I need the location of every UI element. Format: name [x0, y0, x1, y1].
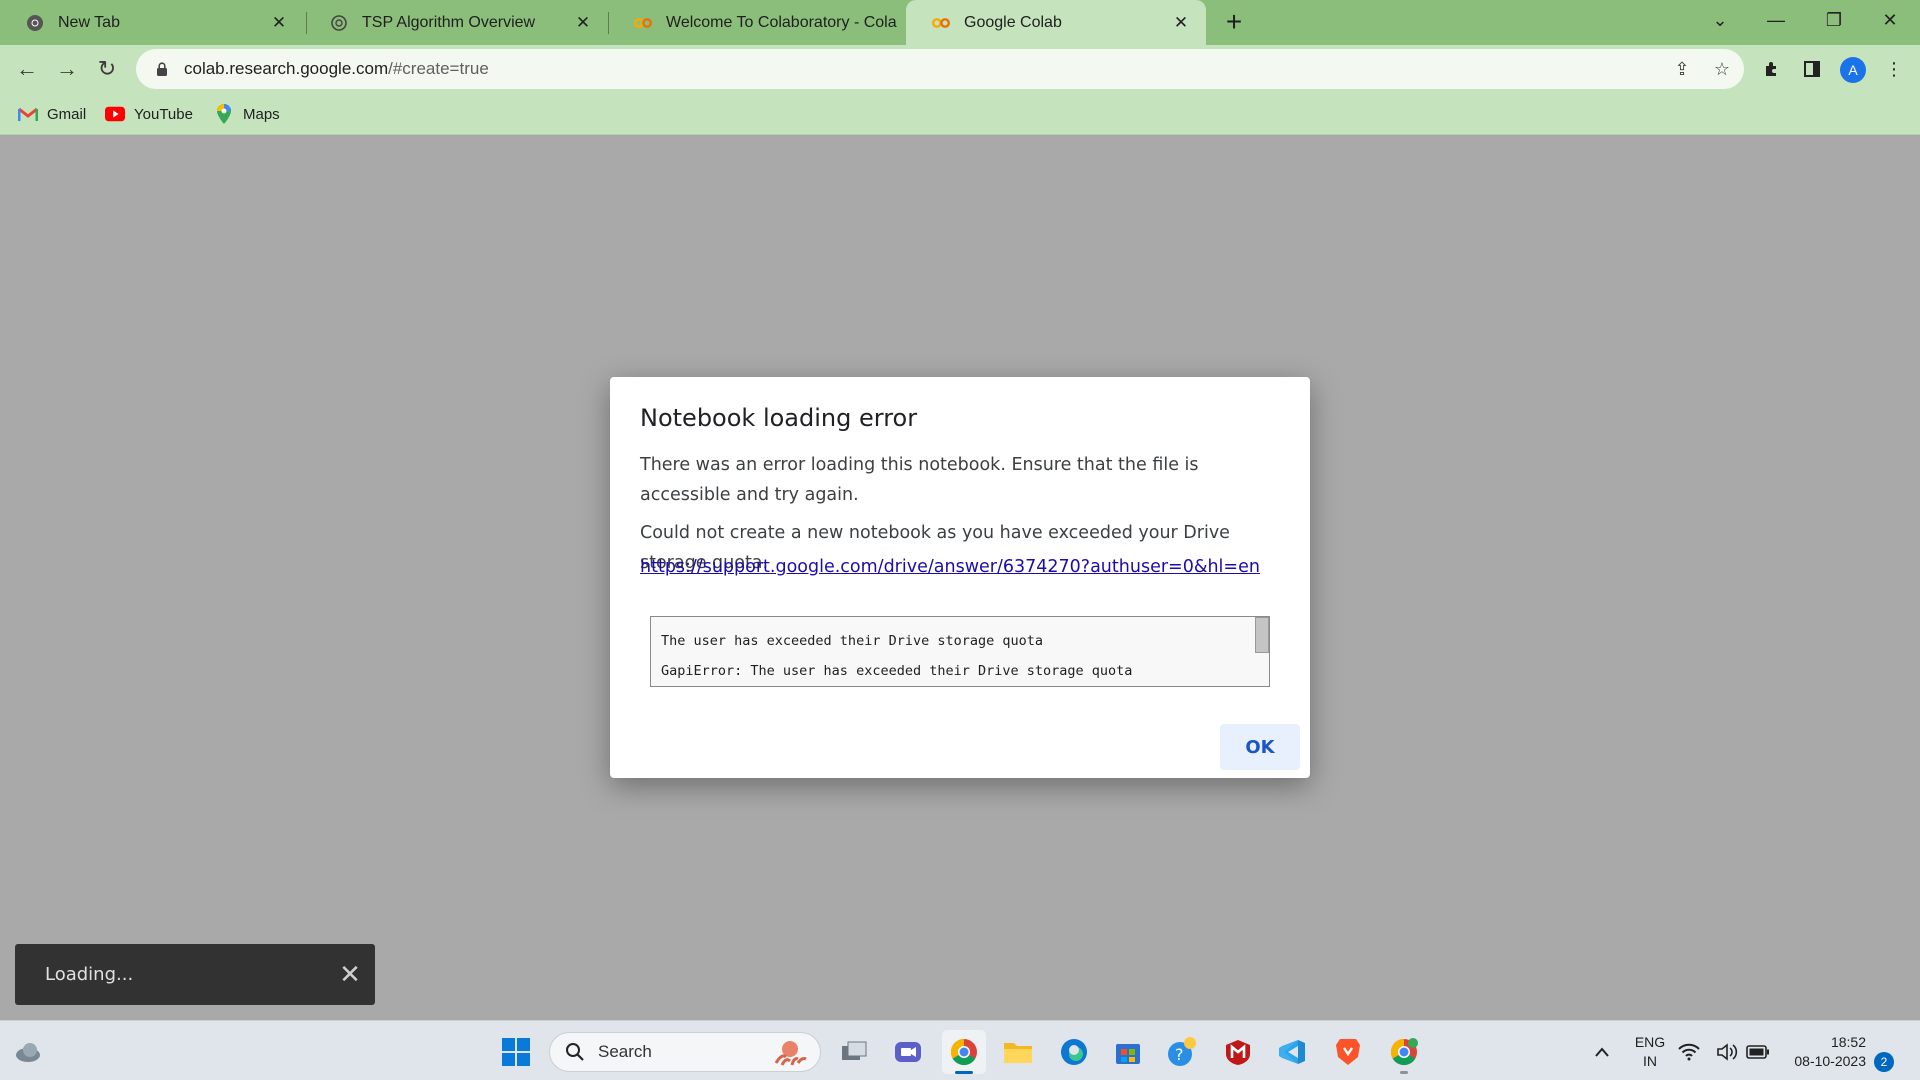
teams-meet-icon[interactable]: [886, 1030, 930, 1074]
browser-toolbar: ← → ↻ colab.research.google.com/#create=…: [0, 45, 1920, 93]
address-bar[interactable]: colab.research.google.com/#create=true ⇪…: [136, 49, 1744, 89]
new-tab-button[interactable]: +: [1220, 6, 1248, 37]
bookmark-label: YouTube: [134, 105, 193, 123]
notebook-error-dialog: Notebook loading error There was an erro…: [610, 377, 1310, 778]
forward-arrow-icon[interactable]: →: [49, 51, 85, 87]
tab-title: New Tab: [58, 13, 120, 31]
tab-welcome-colab[interactable]: Welcome To Colaboratory - Cola: [608, 0, 906, 45]
reload-icon[interactable]: ↻: [89, 51, 125, 87]
url-host: colab.research.google.com: [184, 59, 389, 78]
mcafee-icon[interactable]: [1216, 1030, 1260, 1074]
close-icon[interactable]: ✕: [572, 12, 594, 34]
error-details-box[interactable]: The user has exceeded their Drive storag…: [650, 616, 1270, 687]
bookmark-maps[interactable]: Maps: [214, 101, 280, 127]
share-icon[interactable]: ⇪: [1670, 57, 1694, 81]
snackbar-text: Loading...: [45, 964, 134, 985]
edge-icon[interactable]: [1052, 1030, 1096, 1074]
dialog-title: Notebook loading error: [640, 404, 918, 432]
active-app-indicator: [955, 1071, 973, 1074]
maps-icon: [214, 104, 234, 124]
file-explorer-icon[interactable]: [996, 1030, 1040, 1074]
volume-icon[interactable]: [1714, 1030, 1740, 1074]
task-view-icon[interactable]: [832, 1030, 876, 1074]
chrome-icon: [26, 14, 44, 32]
loading-snackbar: Loading... ✕: [15, 944, 375, 1005]
bookmark-star-icon[interactable]: ☆: [1710, 57, 1734, 81]
colab-icon: [634, 14, 652, 32]
taskbar-search-input[interactable]: Search: [549, 1032, 821, 1072]
wifi-icon[interactable]: [1676, 1030, 1702, 1074]
tab-new-tab[interactable]: New Tab ✕: [0, 0, 304, 45]
tab-strip: New Tab ✕ TSP Algorithm Overview ✕ Welco…: [0, 0, 1920, 45]
gmail-icon: [18, 104, 38, 124]
close-icon[interactable]: ✕: [268, 12, 290, 34]
close-icon[interactable]: ✕: [1170, 12, 1192, 34]
minimize-icon[interactable]: —: [1748, 0, 1804, 40]
show-hidden-icons-chevron-icon[interactable]: [1580, 1030, 1624, 1074]
get-help-icon[interactable]: ?: [1160, 1030, 1204, 1074]
close-icon[interactable]: ✕: [337, 959, 363, 989]
back-arrow-icon[interactable]: ←: [9, 51, 45, 87]
bookmarks-bar: Gmail YouTube Maps: [0, 93, 1920, 135]
notification-count-badge[interactable]: 2: [1874, 1052, 1894, 1072]
tab-google-colab[interactable]: Google Colab ✕: [906, 0, 1206, 45]
tab-title: Google Colab: [964, 13, 1062, 31]
brave-icon[interactable]: [1326, 1030, 1370, 1074]
tab-tsp-algorithm[interactable]: TSP Algorithm Overview ✕: [304, 0, 608, 45]
language-indicator[interactable]: ENG IN: [1628, 1033, 1672, 1071]
youtube-icon: [105, 104, 125, 124]
tab-title: Welcome To Colaboratory - Cola: [666, 13, 897, 31]
lock-icon[interactable]: [154, 61, 170, 77]
url-path: /#create=true: [388, 59, 489, 78]
side-panel-icon[interactable]: [1798, 55, 1826, 83]
chatgpt-icon: [330, 14, 348, 32]
search-highlight-icon: [768, 1037, 808, 1067]
error-line: GapiError: The user has exceeded their D…: [661, 663, 1133, 679]
window-close-icon[interactable]: ✕: [1862, 0, 1918, 40]
error-box-scrollbar[interactable]: [1255, 617, 1269, 653]
dialog-message: There was an error loading this notebook…: [640, 455, 1199, 505]
error-line: The user has exceeded their Drive storag…: [661, 633, 1044, 649]
clock-date: 08-10-2023: [1794, 1053, 1866, 1069]
support-link[interactable]: https://support.google.com/drive/answer/…: [640, 557, 1260, 577]
tab-title: TSP Algorithm Overview: [362, 13, 536, 31]
bookmark-gmail[interactable]: Gmail: [18, 101, 86, 127]
weather-icon[interactable]: [6, 1030, 50, 1074]
start-button-icon[interactable]: [494, 1030, 538, 1074]
chrome-profile-icon[interactable]: [1382, 1030, 1426, 1074]
running-app-indicator: [1400, 1071, 1408, 1074]
search-icon: [564, 1041, 586, 1063]
profile-avatar[interactable]: A: [1840, 57, 1866, 83]
battery-icon[interactable]: [1744, 1030, 1772, 1074]
tab-search-chevron-icon[interactable]: ⌄: [1692, 0, 1748, 40]
svg-text:?: ?: [1175, 1045, 1184, 1064]
chrome-taskbar-icon[interactable]: [942, 1030, 986, 1074]
bookmark-youtube[interactable]: YouTube: [105, 101, 193, 127]
search-placeholder: Search: [598, 1042, 652, 1061]
clock-time: 18:52: [1830, 1034, 1866, 1050]
windows-taskbar: Search ? ENG IN 18:52 08-10-2023 2: [0, 1020, 1920, 1080]
ok-button[interactable]: OK: [1220, 724, 1300, 770]
clock[interactable]: 18:52 08-10-2023: [1782, 1033, 1866, 1071]
restore-icon[interactable]: ❐: [1806, 0, 1862, 40]
region-code: IN: [1643, 1053, 1657, 1069]
bookmark-label: Gmail: [47, 105, 87, 123]
url-text: colab.research.google.com/#create=true: [184, 59, 489, 79]
microsoft-store-icon[interactable]: [1106, 1030, 1150, 1074]
kebab-menu-icon[interactable]: ⋮: [1880, 55, 1908, 83]
extensions-icon[interactable]: [1758, 55, 1786, 83]
language-code: ENG: [1634, 1034, 1666, 1050]
bookmark-label: Maps: [243, 105, 280, 123]
colab-icon: [932, 14, 950, 32]
vscode-icon[interactable]: [1270, 1030, 1314, 1074]
